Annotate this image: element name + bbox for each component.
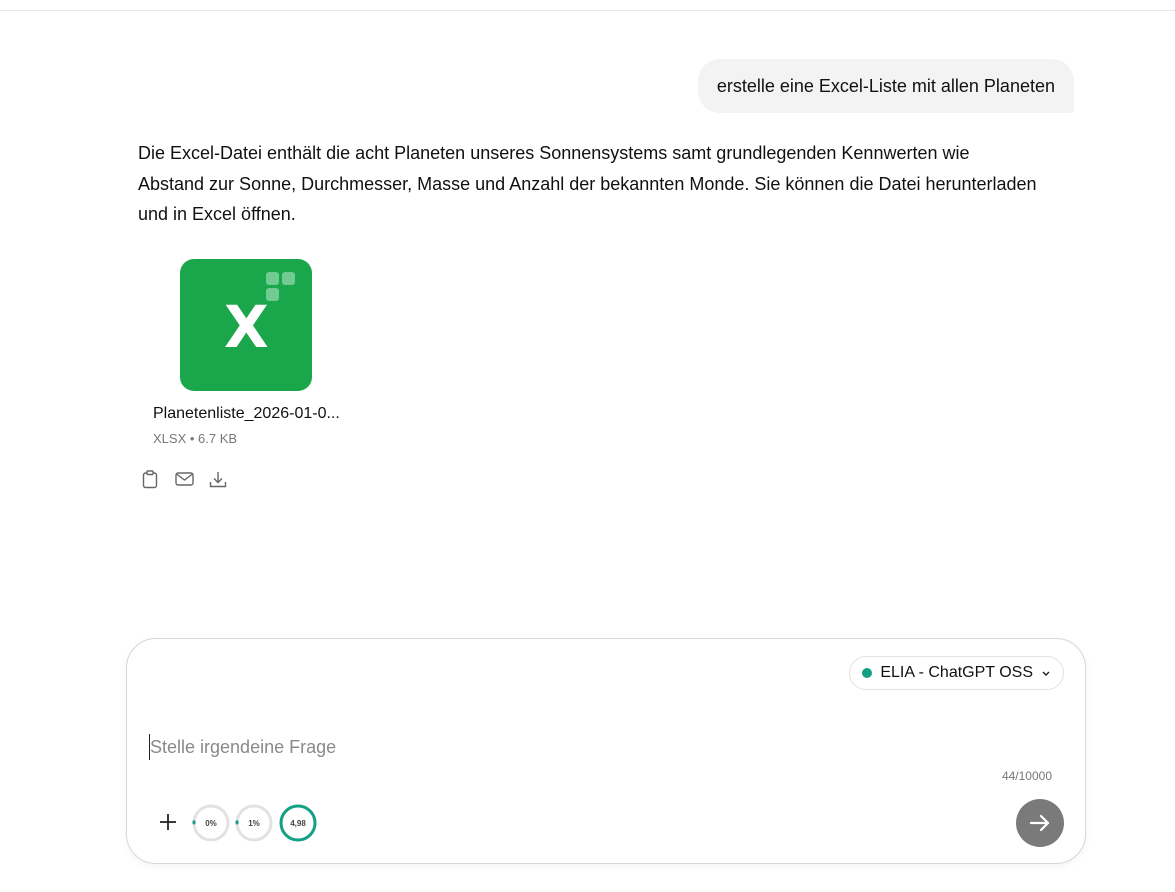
chevron-down-icon: [1042, 671, 1050, 676]
download-icon: [209, 471, 227, 487]
excel-file-icon[interactable]: X: [180, 259, 312, 391]
usage-gauge[interactable]: 1%: [235, 804, 273, 842]
mail-icon: [174, 472, 194, 486]
excel-icon-letter: X: [224, 293, 269, 361]
usage-gauge[interactable]: 4,98: [279, 804, 317, 842]
add-attachment-button[interactable]: [157, 811, 179, 833]
character-counter: 44/10000: [1001, 769, 1052, 783]
message-composer: ELIA - ChatGPT OSS 44/10000 0% 1% 4,98: [126, 638, 1086, 864]
file-name[interactable]: Planetenliste_2026-01-0...: [153, 405, 340, 423]
send-button[interactable]: [1016, 799, 1064, 847]
model-name: ELIA - ChatGPT OSS: [880, 664, 1033, 681]
user-message-bubble: erstelle eine Excel-Liste mit allen Plan…: [697, 59, 1074, 113]
assistant-message-text: Die Excel-Datei enthält die acht Planete…: [138, 143, 1037, 224]
clipboard-icon: [142, 469, 158, 488]
prompt-input[interactable]: [149, 734, 850, 760]
plus-icon: [160, 814, 176, 830]
user-message-text: erstelle eine Excel-Liste mit allen Plan…: [716, 75, 1055, 96]
excel-icon-square: [266, 272, 279, 285]
gauge-label: 0%: [205, 818, 217, 828]
usage-gauge[interactable]: 0%: [192, 804, 230, 842]
download-button[interactable]: [208, 468, 228, 490]
arrow-right-icon: [1029, 814, 1050, 832]
copy-button[interactable]: [140, 468, 160, 490]
message-actions: [140, 468, 228, 490]
gauge-label: 4,98: [290, 818, 306, 828]
model-selector[interactable]: ELIA - ChatGPT OSS: [849, 656, 1064, 690]
gauge-label: 1%: [248, 818, 260, 828]
excel-icon-square: [282, 272, 295, 285]
top-divider: [0, 10, 1175, 11]
file-meta: XLSX • 6.7 KB: [153, 431, 238, 446]
model-status-dot: [862, 668, 873, 678]
email-button[interactable]: [174, 468, 194, 490]
